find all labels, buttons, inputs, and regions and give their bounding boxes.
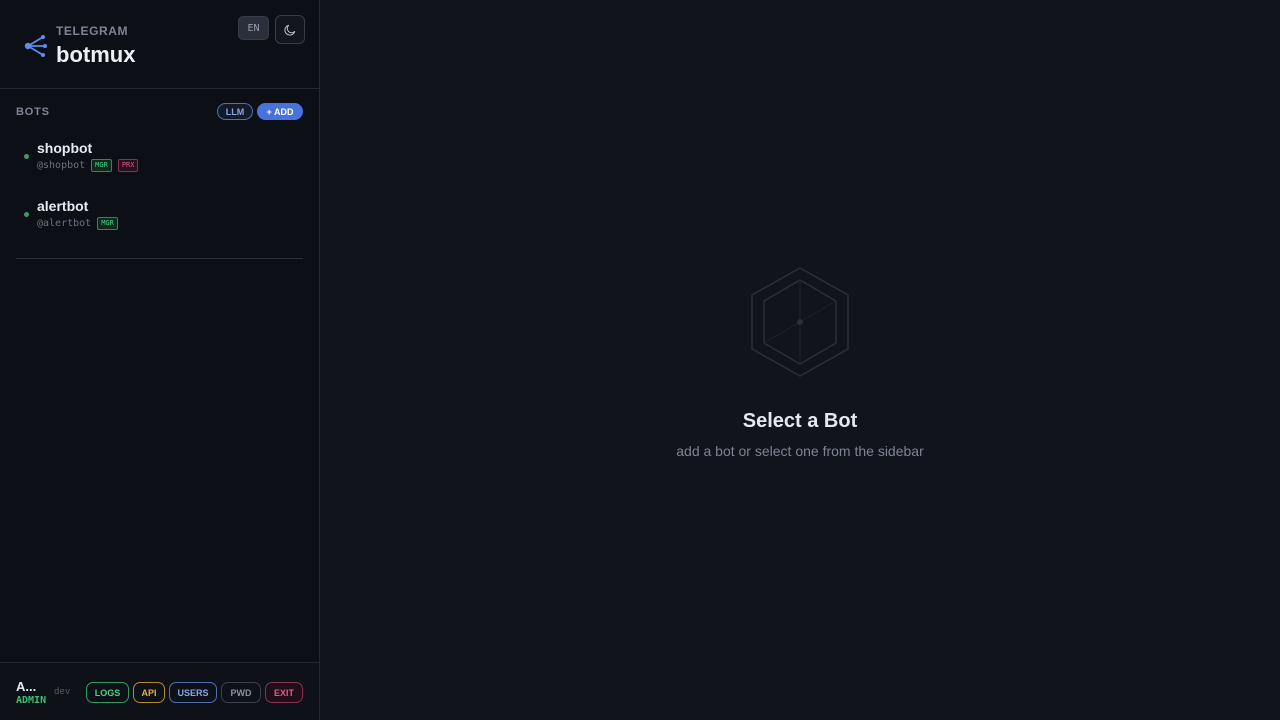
sidebar-divider (16, 258, 303, 259)
hexagon-placeholder-icon (751, 267, 849, 377)
brand-title: botmux (56, 42, 136, 67)
bots-section-label: BOTS (16, 106, 50, 118)
prx-badge: PRX (117, 159, 139, 172)
user-role: ADMIN (16, 695, 47, 706)
mgr-badge: MGR (91, 159, 112, 172)
online-status-dot (24, 154, 29, 159)
online-status-dot (24, 212, 29, 217)
bot-handle-row: @shopbot MGR PRX (37, 159, 139, 172)
sidebar-footer: A... ADMIN dev LOGS API USERS PWD EXIT (0, 662, 319, 720)
share-nodes-icon (24, 35, 47, 57)
environment-label: dev (54, 687, 71, 697)
users-button[interactable]: USERS (169, 682, 217, 703)
mgr-badge: MGR (97, 217, 118, 230)
api-button[interactable]: API (133, 682, 165, 703)
user-name: A... (16, 679, 37, 694)
bot-list-item[interactable]: shopbot @shopbot MGR PRX (16, 140, 303, 186)
bot-list-item[interactable]: alertbot @alertbot MGR (16, 198, 303, 244)
bot-name: shopbot (37, 140, 93, 156)
moon-icon (284, 24, 296, 36)
bot-name: alertbot (37, 198, 89, 214)
theme-toggle-button[interactable] (275, 15, 305, 44)
sidebar: TELEGRAM botmux EN BOTS LLM + ADD shopbo… (0, 0, 320, 720)
logs-button[interactable]: LOGS (86, 682, 129, 703)
bot-handle: @alertbot (37, 218, 92, 229)
brand-subtitle: TELEGRAM (56, 24, 129, 38)
password-button[interactable]: PWD (221, 682, 261, 703)
bot-handle: @shopbot (37, 160, 86, 171)
empty-state-subtitle: add a bot or select one from the sidebar (676, 443, 924, 459)
brand-header: TELEGRAM botmux EN (0, 0, 319, 89)
exit-button[interactable]: EXIT (265, 682, 303, 703)
main-panel: Select a Bot add a bot or select one fro… (320, 0, 1280, 720)
bot-handle-row: @alertbot MGR (37, 217, 118, 230)
add-bot-button[interactable]: + ADD (257, 103, 303, 120)
llm-button[interactable]: LLM (217, 103, 253, 120)
empty-state-title: Select a Bot (742, 410, 858, 432)
language-button[interactable]: EN (238, 16, 269, 40)
